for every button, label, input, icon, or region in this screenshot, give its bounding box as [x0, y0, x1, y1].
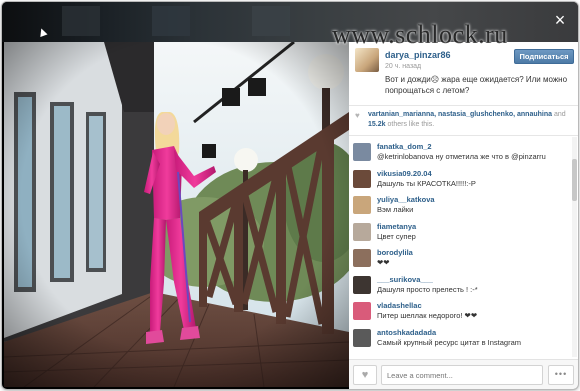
- comment-text: Цвет супер: [377, 231, 416, 241]
- background-thumbnail: [152, 6, 190, 36]
- instagram-modal: ▲ darya_pinzar86 20 ч. назад Вот и дожди…: [2, 2, 578, 389]
- follow-button[interactable]: Подписаться: [514, 49, 574, 64]
- author-username-link[interactable]: darya_pinzar86: [385, 50, 451, 60]
- commenter-avatar[interactable]: [353, 196, 371, 214]
- background-thumbnail: [62, 6, 100, 36]
- comment-item: vikusia09.20.04 Дашуль ты КРАСОТКА!!!!!:-…: [349, 167, 571, 193]
- commenter-username-link[interactable]: antoshkadadada: [377, 328, 436, 337]
- comment-text: Вэм лайки: [377, 205, 414, 214]
- commenter-avatar[interactable]: [353, 169, 371, 188]
- commenter-username-link[interactable]: fiametanya: [377, 222, 416, 231]
- likes-summary: ♥ vartanian_marianna, nastasia_glushchen…: [349, 106, 578, 136]
- likers-links[interactable]: vartanian_marianna, nastasia_glushchenko…: [368, 111, 552, 118]
- comment-item: ___surikova___ Дашуля просто прелесть ! :…: [349, 273, 571, 299]
- comment-text: Самый крупный ресурс цитат в Instagram: [377, 337, 522, 347]
- background-thumbnail: [252, 6, 290, 36]
- commenter-avatar[interactable]: [353, 302, 371, 320]
- commenter-avatar[interactable]: [353, 143, 371, 161]
- comment-item: fanatka_dom_2 @ketrinlobanova ну отметила…: [349, 140, 571, 166]
- likes-count[interactable]: 15.2k: [368, 121, 386, 128]
- post-photo[interactable]: [4, 42, 349, 387]
- comment-composer: ♥ •••: [349, 359, 578, 389]
- commenter-avatar[interactable]: [353, 222, 371, 241]
- watermark: www.schlock.ru: [332, 20, 508, 49]
- comment-text: Дашуля просто прелесть ! :-*: [377, 284, 478, 294]
- commenter-username-link[interactable]: borodylila: [377, 248, 413, 257]
- photo-scene: [4, 42, 349, 387]
- commenter-username-link[interactable]: ___surikova___: [377, 275, 433, 284]
- commenter-avatar[interactable]: [353, 275, 371, 294]
- comment-item: fiametanya Цвет супер: [349, 220, 571, 246]
- comments-scrollbar[interactable]: [572, 137, 577, 357]
- commenter-username-link[interactable]: vikusia09.20.04: [377, 169, 432, 178]
- comment-item: antoshkadadada Самый крупный ресурс цитат…: [349, 326, 571, 352]
- comment-text: Дашуль ты КРАСОТКА!!!!!:-P: [377, 178, 476, 188]
- post-side-panel: darya_pinzar86 20 ч. назад Вот и дожди☹ …: [349, 42, 578, 389]
- comment-text: Питер шеллак недорого! ❤❤: [377, 311, 478, 320]
- post-caption: Вот и дожди☹ жара еще ожидается? Или мож…: [385, 75, 568, 95]
- commenter-username-link[interactable]: vladashellac: [377, 301, 422, 310]
- commenter-avatar[interactable]: [353, 328, 371, 347]
- likes-text: vartanian_marianna, nastasia_glushchenko…: [368, 110, 574, 130]
- commenter-avatar[interactable]: [353, 249, 371, 267]
- mouse-cursor-icon: ▲: [33, 22, 52, 41]
- scrollbar-thumb[interactable]: [572, 159, 577, 201]
- comment-text: @ketrinlobanova ну отметила же что в @pi…: [377, 152, 546, 161]
- post-header: darya_pinzar86 20 ч. назад Вот и дожди☹ …: [349, 42, 578, 106]
- likes-others-label: others like this.: [387, 121, 435, 128]
- like-heart-icon[interactable]: ♥: [353, 365, 377, 385]
- likes-and-label: and: [553, 111, 566, 118]
- author-avatar[interactable]: [355, 48, 379, 72]
- commenter-username-link[interactable]: fanatka_dom_2: [377, 142, 432, 151]
- close-icon[interactable]: ×: [550, 10, 570, 30]
- more-options-icon[interactable]: •••: [548, 365, 574, 385]
- comment-item: borodylila ❤❤: [349, 246, 571, 272]
- comment-input[interactable]: [381, 365, 543, 385]
- heart-icon: ♥: [355, 111, 360, 120]
- comment-item: yuliya__katkova Вэм лайки: [349, 193, 571, 219]
- comments-list: fanatka_dom_2 @ketrinlobanova ну отметила…: [349, 137, 571, 357]
- screenshot-frame: ▲ darya_pinzar86 20 ч. назад Вот и дожди…: [0, 0, 580, 391]
- commenter-username-link[interactable]: yuliya__katkova: [377, 195, 435, 204]
- comment-text: ❤❤: [377, 258, 390, 267]
- comment-item: vladashellac Питер шеллак недорого! ❤❤: [349, 299, 571, 325]
- post-timestamp: 20 ч. назад: [385, 63, 422, 70]
